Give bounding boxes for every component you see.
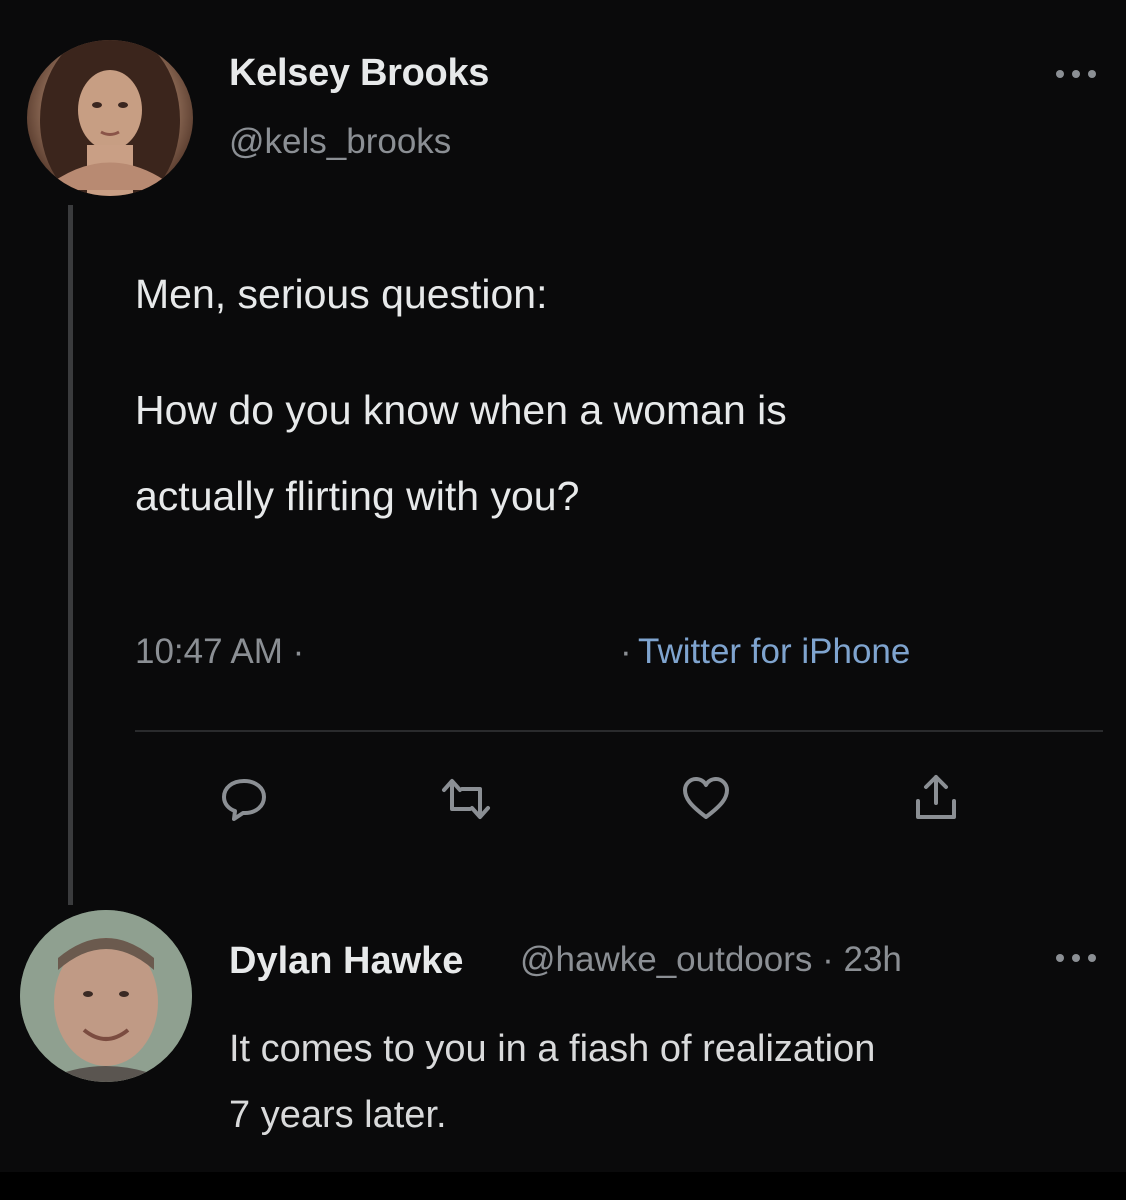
heart-icon[interactable] — [680, 773, 732, 825]
retweet-icon[interactable] — [440, 773, 492, 825]
reply-icon[interactable] — [218, 773, 270, 825]
portrait-image — [20, 910, 192, 1082]
tweet-timestamp[interactable]: 10:47 AM · — [135, 632, 304, 672]
reply-text-line: It comes to you in a fiash of realizatio… — [229, 1028, 876, 1070]
reply-author-handle[interactable]: @hawke_outdoors · 23h — [520, 940, 902, 980]
meta-separator: · — [620, 632, 632, 671]
tweet-source-link[interactable]: Twitter for iPhone — [638, 632, 910, 672]
reply-author-avatar[interactable] — [20, 910, 192, 1082]
reply-text-line: 7 years later. — [229, 1094, 447, 1136]
tweet-text-line: Men, serious question: — [135, 271, 548, 317]
reply-author-name[interactable]: Dylan Hawke — [229, 940, 463, 983]
divider — [135, 730, 1103, 732]
tweet-text-line: actually flirting with you? — [135, 473, 580, 519]
tweet-text-line: How do you know when a woman is — [135, 387, 787, 433]
author-handle[interactable]: @kels_brooks — [229, 122, 451, 162]
bottom-border — [0, 1172, 1126, 1200]
thread-connector-line — [68, 205, 73, 905]
author-avatar[interactable] — [27, 40, 193, 196]
more-options-icon[interactable] — [1052, 950, 1100, 966]
portrait-image — [40, 40, 180, 196]
author-name[interactable]: Kelsey Brooks — [229, 52, 489, 95]
share-icon[interactable] — [910, 771, 962, 823]
tweet-screenshot: Kelsey Brooks @kels_brooks Men, serious … — [0, 0, 1126, 1200]
more-options-icon[interactable] — [1052, 66, 1100, 82]
